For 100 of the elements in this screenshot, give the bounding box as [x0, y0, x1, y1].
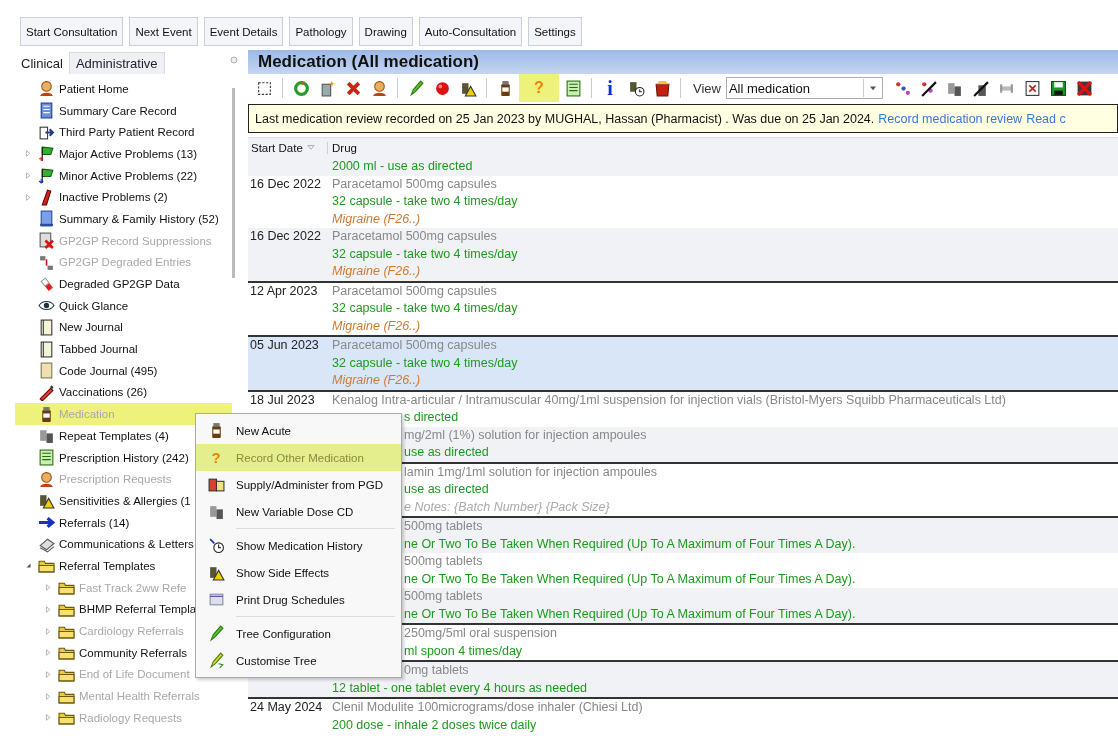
list-icon: [38, 449, 55, 467]
tree-item[interactable]: BHMP Referral Templa: [79, 603, 197, 616]
tree-item[interactable]: Repeat Templates (4): [59, 429, 169, 442]
crossed-bottle-icon[interactable]: [972, 79, 990, 97]
review-link[interactable]: Read c: [1026, 111, 1066, 126]
dosage-text: 200 dose - inhale 2 doses twice daily: [332, 717, 537, 732]
flag-icon: [38, 145, 55, 163]
toolbar-button[interactable]: Auto-Consultation: [418, 17, 523, 46]
tree-item[interactable]: Major Active Problems (13): [59, 147, 198, 160]
clock-icon[interactable]: [627, 79, 645, 97]
tree-item[interactable]: Minor Active Problems (22): [59, 169, 198, 182]
tree-item[interactable]: Quick Glance: [59, 299, 129, 312]
tree-item[interactable]: Tabbed Journal: [59, 343, 138, 356]
notebook-icon: [38, 318, 55, 336]
syringe-icon: [38, 383, 55, 401]
menu-item[interactable]: Customise Tree: [196, 647, 401, 674]
drug-name: Paracetamol 500mg capsules: [332, 338, 497, 352]
menu-item[interactable]: Print Drug Schedules: [196, 586, 401, 613]
bottles-icon: [207, 503, 225, 520]
list-icon[interactable]: [564, 79, 582, 97]
indication-text: Migraine (F26..): [332, 211, 421, 226]
save-icon[interactable]: [1050, 79, 1068, 97]
drug-name: lamin 1mg/1ml solution for injection ampoules: [404, 464, 657, 479]
drug-name: 500mg tablets: [404, 519, 483, 533]
tree-item[interactable]: New Journal: [59, 321, 123, 334]
start-date: 24 May 2024: [250, 700, 323, 714]
box-icon[interactable]: [653, 79, 671, 97]
tree-item[interactable]: Inactive Problems (2): [59, 191, 168, 204]
menu-item[interactable]: Supply/Administer from PGD: [196, 471, 401, 498]
drug-name: Paracetamol 500mg capsules: [332, 283, 497, 298]
scrollbar-thumb[interactable]: [232, 88, 235, 278]
start-date: 18 Jul 2023: [250, 392, 315, 407]
dosage-text: ml spoon 4 times/day: [404, 643, 523, 658]
flag-icon: [38, 167, 55, 185]
indication-text: Migraine (F26..): [332, 318, 421, 333]
tree-item[interactable]: Community Referrals: [79, 646, 187, 659]
column-title[interactable]: Start Date: [251, 142, 303, 154]
tree-item[interactable]: Referral Templates: [59, 559, 156, 572]
drug-name: Kenalog Intra-articular / Intramuscular 40mg/1ml suspension for injection vials (Bristol-Myers Squibb Pharmaceuticals Ltd): [332, 392, 1006, 407]
toolbar-button[interactable]: Next Event: [129, 17, 198, 46]
tree-item[interactable]: Third Party Patient Record: [59, 126, 195, 139]
dosage-text: 32 capsule - take two 4 times/day: [332, 301, 518, 315]
menu-item[interactable]: Show Medication History: [196, 532, 401, 559]
pencil-icon: [207, 652, 225, 669]
info-icon[interactable]: i: [598, 76, 622, 100]
dosage-text: 2000 ml - use as directed: [332, 159, 473, 173]
drug-name: 500mg tablets: [404, 589, 483, 603]
indication-text: Migraine (F26..): [332, 373, 421, 387]
start-date: 16 Dec 2022: [250, 176, 321, 191]
tree-item[interactable]: Prescription History (242): [59, 451, 189, 464]
warning-icon: [207, 564, 225, 581]
drug-name: 500mg tablets: [404, 554, 483, 568]
letters-icon: [38, 535, 55, 553]
menu-item[interactable]: Tree Configuration: [196, 620, 401, 647]
toolbar-button[interactable]: Drawing: [358, 17, 413, 46]
menu-item[interactable]: New Acute: [196, 417, 401, 444]
tree-item[interactable]: Summary Care Record: [59, 104, 177, 117]
tree-item[interactable]: Patient Home: [59, 82, 129, 95]
circle-icon[interactable]: [433, 79, 451, 97]
drug-name: Paracetamol 500mg capsules: [332, 229, 497, 243]
history-icon: [207, 537, 225, 554]
selection-icon[interactable]: [255, 79, 273, 97]
document-icon: [38, 102, 55, 120]
tree-item[interactable]: Vaccinations (26): [59, 386, 147, 399]
tree-item[interactable]: Summary & Family History (52): [59, 212, 219, 225]
dosage-text: 32 capsule - take two 4 times/day: [332, 246, 518, 261]
capsule-icon: [38, 275, 55, 293]
refresh-icon[interactable]: [292, 79, 310, 97]
tree-item[interactable]: Referrals (14): [59, 516, 130, 529]
crossed-sort-icon[interactable]: [920, 79, 938, 97]
menu-item[interactable]: Show Side Effects: [196, 559, 401, 586]
note-text: e Notes: {Batch Number} {Pack Size}: [404, 499, 610, 514]
view-dropdown[interactable]: All medication: [725, 77, 883, 99]
person-icon[interactable]: [370, 79, 388, 97]
dosage-text: use as directed: [404, 445, 489, 459]
toolbar-button[interactable]: Pathology: [289, 17, 353, 46]
dosage-text: ne Or Two To Be Taken When Required (Up To A Maximum of Four Times A Day).: [404, 536, 856, 551]
tree-item[interactable]: Sensitivities & Allergies (1: [59, 494, 191, 507]
tree-item[interactable]: Communications & Letters: [59, 538, 194, 551]
toolbar-button[interactable]: Settings: [528, 17, 582, 46]
close-icon[interactable]: [1024, 79, 1042, 97]
column-title[interactable]: Drug: [332, 142, 357, 154]
toolbar-button[interactable]: Start Consultation: [20, 17, 124, 46]
drug-name: 250mg/5ml oral suspension: [404, 626, 557, 640]
pencil-icon[interactable]: [407, 79, 425, 97]
cancel-icon[interactable]: [1076, 79, 1094, 97]
sidebar-tab[interactable]: Administrative: [68, 52, 165, 74]
review-link[interactable]: Record medication review: [878, 111, 1023, 126]
tree-item[interactable]: Degraded GP2GP Data: [59, 278, 180, 291]
view-label: View: [693, 80, 721, 96]
person-icon: [38, 80, 55, 98]
tree-item[interactable]: Code Journal (495): [59, 364, 158, 377]
dosage-text: ne Or Two To Be Taken When Required (Up To A Maximum of Four Times A Day).: [404, 571, 856, 586]
toolbar-button[interactable]: Event Details: [203, 17, 284, 46]
dosage-text: 32 capsule - take two 4 times/day: [332, 194, 518, 208]
delete-icon[interactable]: [344, 79, 362, 97]
selected-row[interactable]: 05 Jun 2023 Paracetamol 500mg capsules 32 capsule - take two 4 times/day Migraine (F26..): [248, 337, 1118, 390]
menu-item[interactable]: New Variable Dose CD: [196, 498, 401, 525]
drug-name: mg/2ml (1%) solution for injection ampoules: [404, 427, 647, 442]
sort-icon[interactable]: [894, 79, 912, 97]
